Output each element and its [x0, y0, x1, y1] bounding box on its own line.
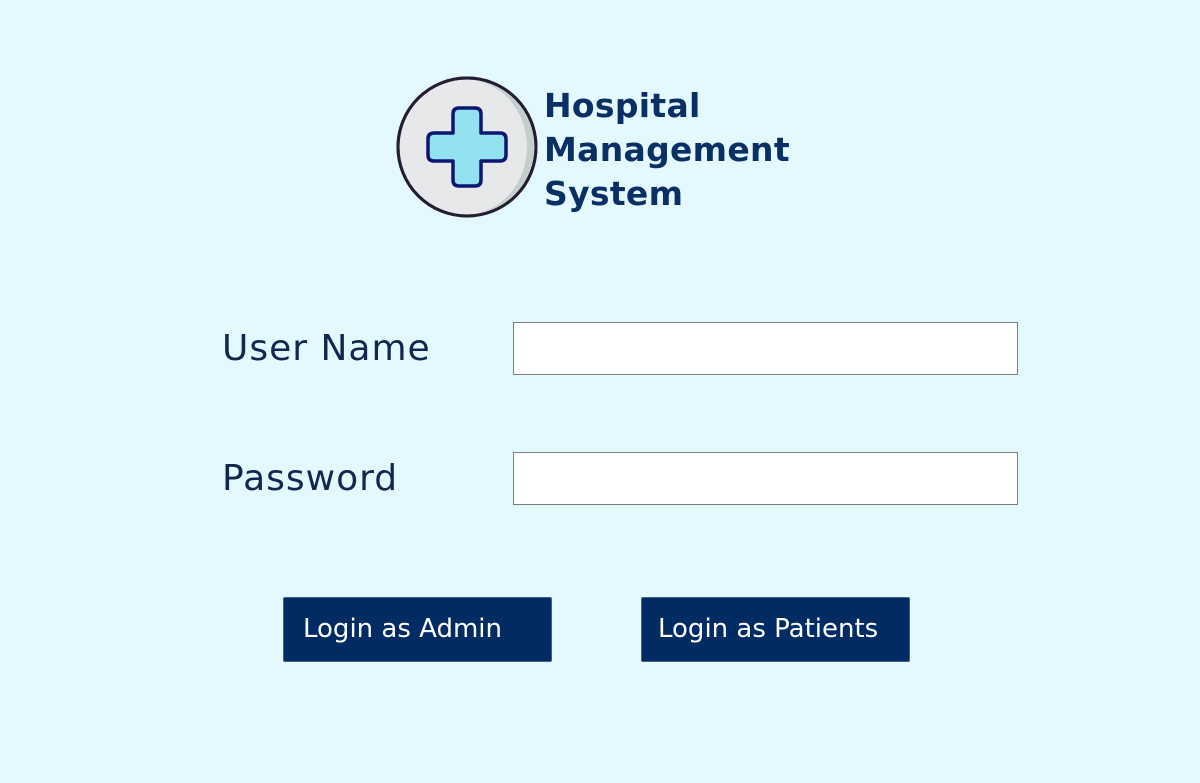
password-label: Password: [222, 458, 399, 499]
username-label: User Name: [222, 328, 431, 369]
app-title: Hospital Management System: [544, 84, 844, 216]
app-title-line-1: Hospital: [544, 86, 701, 125]
medical-cross-icon: [396, 76, 540, 220]
app-title-line-3: System: [544, 174, 684, 213]
password-input[interactable]: [513, 452, 1018, 505]
app-title-line-2: Management: [544, 130, 790, 169]
hospital-logo: [396, 76, 540, 220]
username-input[interactable]: [513, 322, 1018, 375]
login-as-patients-button[interactable]: Login as Patients: [641, 597, 910, 662]
login-as-admin-button[interactable]: Login as Admin: [283, 597, 552, 662]
